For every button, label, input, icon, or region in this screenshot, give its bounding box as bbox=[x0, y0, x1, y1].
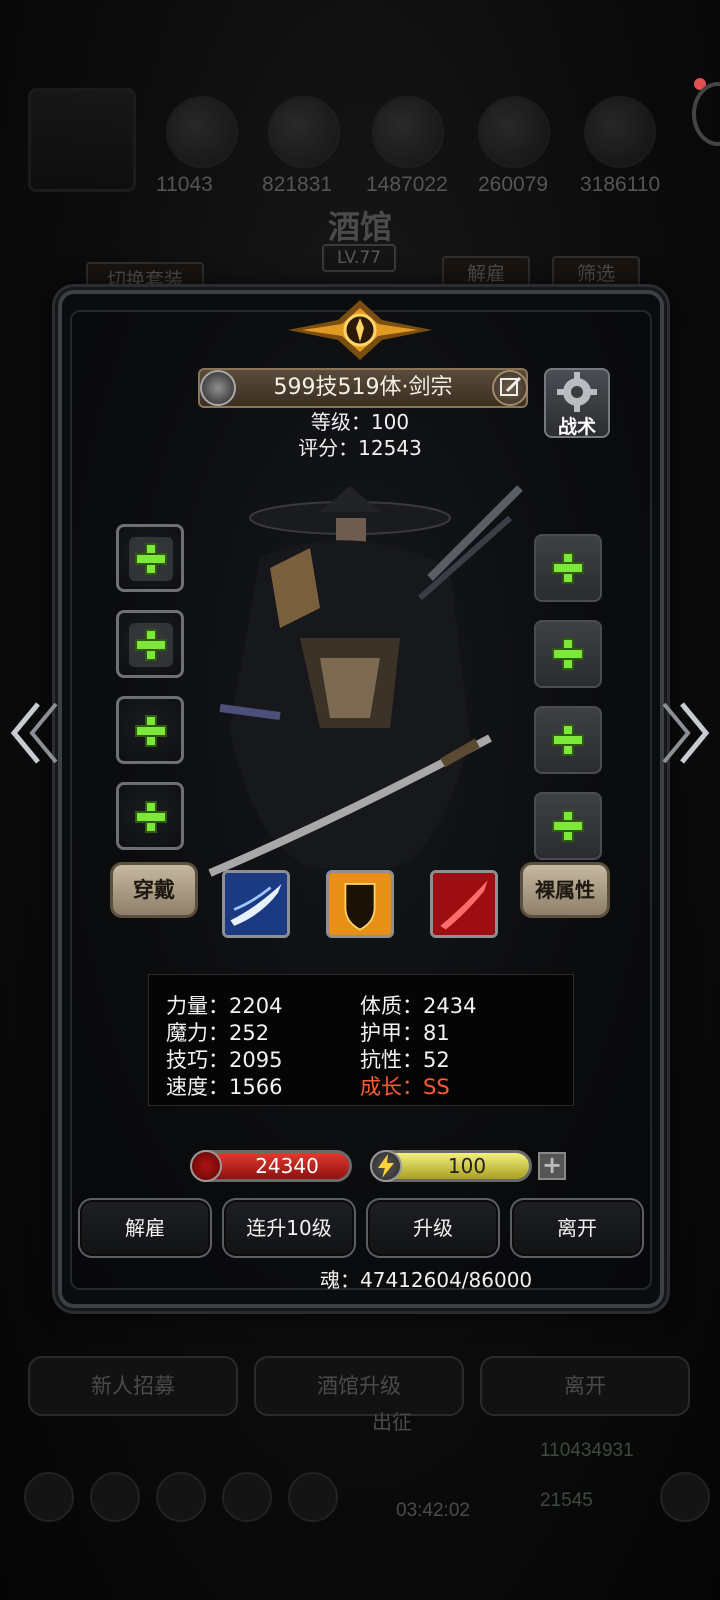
blood-strike-skill-icon[interactable] bbox=[430, 870, 498, 938]
resource-icon-1 bbox=[166, 96, 238, 168]
hero-portrait bbox=[208, 485, 523, 877]
hero-name: 599技519体·剑宗 bbox=[273, 375, 453, 400]
player-avatar[interactable] bbox=[28, 88, 136, 192]
tavern-title: 酒馆 bbox=[327, 208, 392, 246]
fire-shield-skill-icon[interactable] bbox=[326, 870, 394, 938]
lightning-icon bbox=[370, 1150, 402, 1182]
resource-value-3: 1487022 bbox=[366, 173, 448, 196]
sortie-label[interactable]: 出征 bbox=[372, 1406, 412, 1435]
resource-icon-2 bbox=[268, 96, 340, 168]
stat-skill: 技巧：2095 bbox=[166, 1048, 283, 1072]
stat-resistance: 抗性：52 bbox=[360, 1048, 450, 1072]
resource-value-4: 260079 bbox=[478, 173, 549, 196]
recruit-button[interactable]: 新人招募 bbox=[28, 1356, 238, 1416]
stat-armor: 护甲：81 bbox=[360, 1021, 450, 1045]
hp-value: 24340 bbox=[255, 1154, 319, 1178]
weapon-slot[interactable] bbox=[116, 524, 184, 592]
tavern-upgrade-button[interactable]: 酒馆升级 bbox=[254, 1356, 464, 1416]
armor-slot[interactable] bbox=[116, 610, 184, 678]
ice-slash-skill-icon[interactable] bbox=[222, 870, 290, 938]
add-icon bbox=[552, 724, 584, 756]
wear-button[interactable]: 穿戴 bbox=[110, 862, 198, 918]
dismiss-hero-button[interactable]: 解雇 bbox=[78, 1198, 212, 1258]
chest-timer: 03:42:02 bbox=[396, 1500, 470, 1521]
resource-icon-5 bbox=[584, 96, 656, 168]
hero-level: 等级：100 bbox=[310, 410, 410, 434]
add-icon bbox=[135, 629, 167, 661]
add-icon bbox=[135, 715, 167, 747]
resource-value-2: 821831 bbox=[262, 173, 333, 196]
filter-button[interactable]: 筛选 bbox=[552, 256, 640, 292]
gold-value: 110434931 bbox=[540, 1440, 634, 1461]
amulet-slot[interactable] bbox=[534, 706, 602, 774]
menu-icon-1[interactable] bbox=[24, 1472, 74, 1522]
soul-counter: 魂：47412604/86000 bbox=[320, 1268, 533, 1292]
add-icon bbox=[552, 638, 584, 670]
stat-growth: 成长：SS bbox=[360, 1075, 450, 1099]
previous-hero-arrow-icon[interactable] bbox=[8, 698, 62, 768]
boots-slot[interactable] bbox=[534, 620, 602, 688]
add-icon bbox=[552, 810, 584, 842]
level-up-10-button[interactable]: 连升10级 bbox=[222, 1198, 356, 1258]
tavern-level: LV.77 bbox=[322, 244, 396, 272]
add-energy-button[interactable]: + bbox=[538, 1152, 566, 1180]
stat-strength: 力量：2204 bbox=[166, 994, 283, 1018]
resource-value-1: 11043 bbox=[156, 173, 213, 196]
add-icon bbox=[135, 543, 167, 575]
menu-icon-2[interactable] bbox=[90, 1472, 140, 1522]
leave-button[interactable]: 离开 bbox=[510, 1198, 644, 1258]
add-icon bbox=[135, 801, 167, 833]
ring-slot[interactable] bbox=[116, 696, 184, 764]
next-hero-arrow-icon[interactable] bbox=[658, 698, 712, 768]
resource-value-5: 3186110 bbox=[580, 173, 661, 196]
tavern-leave-button[interactable]: 离开 bbox=[480, 1356, 690, 1416]
resource-icon-3 bbox=[372, 96, 444, 168]
level-up-button[interactable]: 升级 bbox=[366, 1198, 500, 1258]
emblem-icon bbox=[288, 300, 432, 360]
helmet-slot[interactable] bbox=[534, 534, 602, 602]
stat-constitution: 体质：2434 bbox=[360, 994, 477, 1018]
menu-icon-5[interactable] bbox=[288, 1472, 338, 1522]
energy-value: 100 bbox=[447, 1154, 487, 1178]
stat-magic: 魔力：252 bbox=[166, 1021, 270, 1045]
naked-attributes-button[interactable]: 裸属性 bbox=[520, 862, 610, 918]
resource-icon-4 bbox=[478, 96, 550, 168]
pencil-icon bbox=[500, 376, 522, 396]
heart-icon bbox=[190, 1150, 222, 1182]
rename-button[interactable] bbox=[492, 370, 528, 406]
menu-icon-4[interactable] bbox=[222, 1472, 272, 1522]
menu-icon-6[interactable] bbox=[660, 1472, 710, 1522]
stat-speed: 速度：1566 bbox=[166, 1075, 283, 1099]
bg-dismiss-button[interactable]: 解雇 bbox=[442, 256, 530, 292]
gem-value: 21545 bbox=[540, 1490, 593, 1511]
relic-slot[interactable] bbox=[534, 792, 602, 860]
menu-icon-3[interactable] bbox=[156, 1472, 206, 1522]
hero-score: 评分：12543 bbox=[298, 436, 422, 460]
trinket-slot[interactable] bbox=[116, 782, 184, 850]
add-icon bbox=[552, 552, 584, 584]
